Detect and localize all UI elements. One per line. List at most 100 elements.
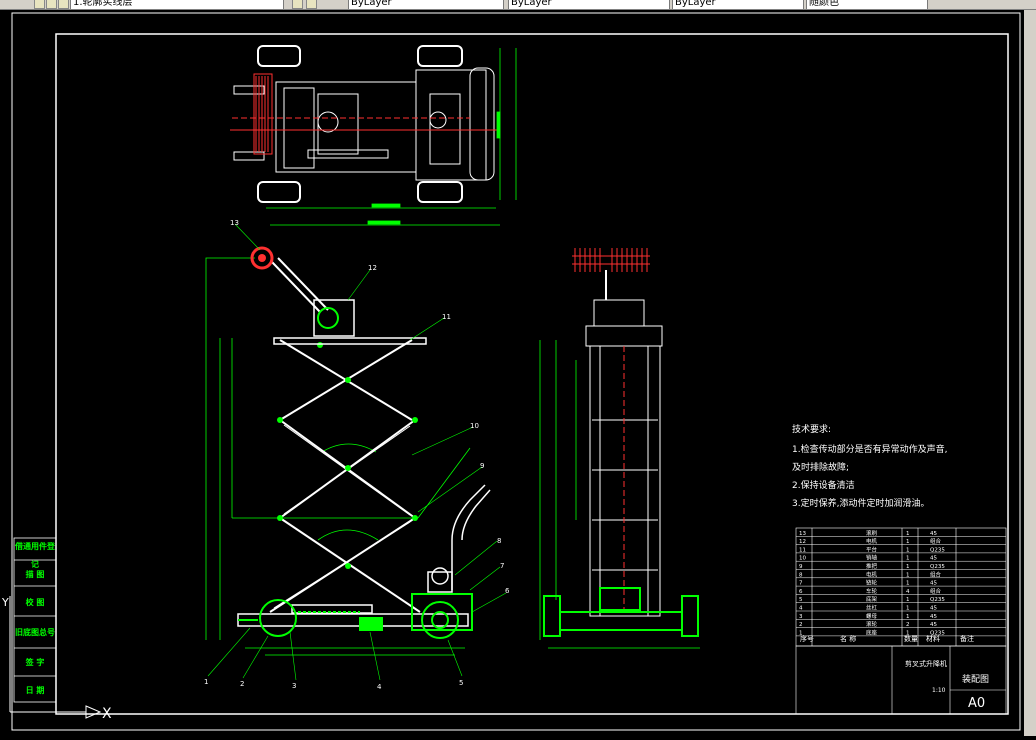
technical-requirements: 技术要求: 1.检查传动部分是否有异常动作及声音, 及时排除故障; 2.保持设备… xyxy=(792,423,947,509)
bom-cell: Q235 xyxy=(930,597,945,603)
bom-cell: 链轮 xyxy=(866,579,878,587)
properties-toolbar: 1.轮廓实线层 ByLayer ByLayer ByLayer 随颜色 xyxy=(0,0,1036,10)
bom-cell: 电机 xyxy=(866,570,878,578)
bom-cell: 丝杠 xyxy=(866,604,878,612)
bom-cell: 1 xyxy=(906,531,910,537)
balloon-3: 3 xyxy=(292,682,296,690)
bom-cell: 销轴 xyxy=(866,554,878,562)
brush-arm xyxy=(271,257,329,313)
side-cell-2: 描 图 xyxy=(25,570,45,579)
bom-cell: 8 xyxy=(799,572,803,578)
bom-cell: 4 xyxy=(906,589,910,595)
bom-cell: 45 xyxy=(930,614,937,620)
drawing-title: 剪叉式升降机 xyxy=(905,659,947,668)
bom-cell: 45 xyxy=(930,581,937,587)
title-block: 剪叉式升降机 装配图 A0 1:10 xyxy=(905,659,989,711)
bom-cell: 7 xyxy=(799,581,803,587)
scissor-arms xyxy=(269,339,421,613)
balloon-6: 6 xyxy=(505,587,510,595)
vertical-scrollbar[interactable] xyxy=(1023,10,1036,736)
make-current-layer-icon[interactable] xyxy=(292,0,303,9)
platform xyxy=(273,299,427,345)
scissor-pins xyxy=(277,342,418,569)
bom-cell: 平台 xyxy=(866,545,878,553)
bom-cell: 1 xyxy=(906,614,910,620)
layer-state-icon[interactable] xyxy=(34,0,45,9)
balloon-4: 4 xyxy=(377,683,382,691)
bom-cell: 3 xyxy=(799,614,803,620)
bom-cell: 11 xyxy=(799,547,806,553)
tech-line-3: 3.定时保养,添动件定时加润滑油。 xyxy=(792,497,929,509)
balloon-11: 11 xyxy=(442,313,451,321)
lineweight-dropdown[interactable]: ByLayer xyxy=(672,0,804,9)
motor-12 xyxy=(317,307,339,329)
ucs-x-label: X xyxy=(102,706,112,722)
bom-cell: 1 xyxy=(906,564,910,570)
side-cell-4: 旧底图总号 xyxy=(15,628,55,637)
bom-cell: 螺母 xyxy=(866,612,878,620)
bom-cell: 12 xyxy=(799,539,806,545)
bom-header: 序号 名 称 数量 材料 备注 xyxy=(800,634,974,643)
bom-cell: 1 xyxy=(906,606,910,612)
tech-line-2: 2.保持设备清洁 xyxy=(792,479,855,491)
drawing-scale: 1:10 xyxy=(932,687,946,694)
balloon-8: 8 xyxy=(497,537,501,545)
bom-cell: 推把 xyxy=(866,562,878,570)
bom-cell: 1 xyxy=(906,539,910,545)
drawing-border xyxy=(55,33,1009,715)
plotstyle-dropdown[interactable]: 随颜色 xyxy=(806,0,928,9)
bom-cell: 1 xyxy=(906,581,910,587)
bom-cell: 电机 xyxy=(866,537,878,545)
bom-cell: 滚轮 xyxy=(866,620,878,628)
bom-cell: 组合 xyxy=(930,537,942,545)
bom-table xyxy=(795,527,1007,715)
bom-cell: 滚刷 xyxy=(866,529,878,537)
bom-cell: 1 xyxy=(906,572,910,578)
bom-header-no: 序号 xyxy=(800,634,814,643)
side-cell-5: 签 字 xyxy=(25,658,45,667)
bom-header-note: 备注 xyxy=(960,634,974,643)
top-view xyxy=(230,45,500,203)
layer-dropdown[interactable]: 1.轮廓实线层 xyxy=(70,0,284,9)
bom-cell: 底座 xyxy=(866,628,878,636)
bom-header-name: 名 称 xyxy=(840,634,856,643)
bom-cell: 45 xyxy=(930,606,937,612)
side-view-brush xyxy=(572,248,650,272)
bom-cell: 45 xyxy=(930,556,937,562)
side-view-base xyxy=(543,587,699,637)
layer-previous-icon[interactable] xyxy=(306,0,317,9)
bom-cell: 9 xyxy=(799,564,803,570)
side-cell-1: 借通用件登记 xyxy=(15,542,55,569)
bom-cell: Q235 xyxy=(930,547,945,553)
bom-cell: 1 xyxy=(906,547,910,553)
bom-rows: 13 滚刷 1 4512 电机 1 组合11 平台 1 Q23510 销轴 1 459 推把 1 Q2358 电… xyxy=(796,529,1006,636)
linetype-dropdown[interactable]: ByLayer xyxy=(508,0,670,9)
balloon-10: 10 xyxy=(470,422,479,430)
bom-cell: 1 xyxy=(906,556,910,562)
bom-cell: 45 xyxy=(930,622,937,628)
layer-lock-icon[interactable] xyxy=(46,0,57,9)
balloon-9: 9 xyxy=(480,462,484,470)
bom-cell: 13 xyxy=(799,531,806,537)
layer-color-icon[interactable] xyxy=(58,0,69,9)
drawing-type: 装配图 xyxy=(962,673,989,685)
balloon-7: 7 xyxy=(500,562,504,570)
side-cell-6: 日 期 xyxy=(25,686,45,695)
bom-cell: 组合 xyxy=(930,587,942,595)
bom-header-qty: 数量 xyxy=(904,634,918,643)
bom-cell: 2 xyxy=(906,622,910,628)
tech-title: 技术要求: xyxy=(792,423,831,435)
bom-cell: 1 xyxy=(906,597,910,603)
bom-cell: 底架 xyxy=(866,595,878,603)
bom-cell: 车轮 xyxy=(866,587,878,595)
sheet-size: A0 xyxy=(968,696,985,711)
bom-cell: 4 xyxy=(799,606,803,612)
balloon-13: 13 xyxy=(230,219,239,227)
color-dropdown[interactable]: ByLayer xyxy=(348,0,504,9)
bom-cell: 6 xyxy=(799,589,803,595)
drawing-canvas[interactable]: 1 2 3 4 5 6 7 8 9 10 11 12 13 X Y 技术要求: … xyxy=(0,10,1024,736)
balloon-5: 5 xyxy=(459,679,463,687)
ucs-y-label: Y xyxy=(1,596,9,609)
bom-header-mat: 材料 xyxy=(926,634,940,643)
balloon-1: 1 xyxy=(204,678,208,686)
